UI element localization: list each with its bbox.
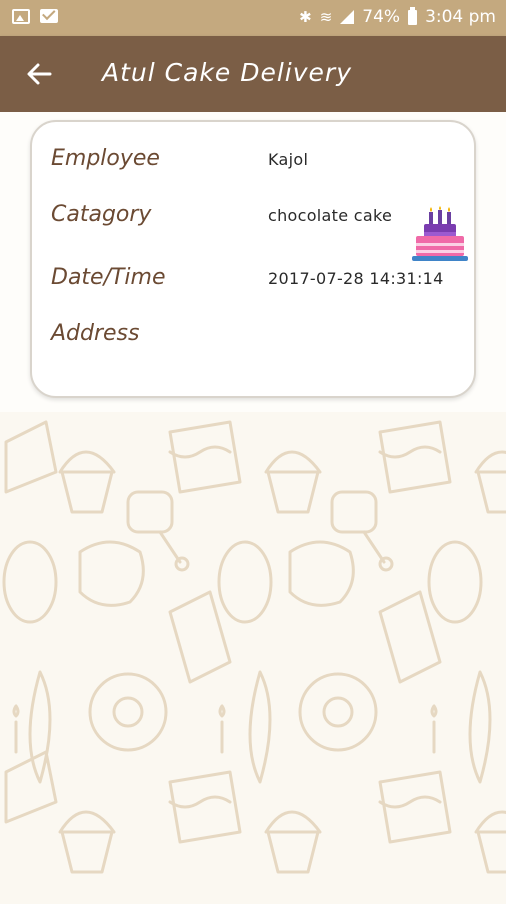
- content-area: Employee Kajol Catagory chocolate cake D…: [0, 112, 506, 412]
- page-title: Atul Cake Delivery: [102, 58, 352, 87]
- address-label: Address: [51, 321, 140, 346]
- status-bar: ✱ ≋ 74% 3:04 pm: [0, 0, 506, 36]
- arrow-back-icon: [27, 63, 52, 85]
- order-details-card: Employee Kajol Catagory chocolate cake D…: [30, 120, 476, 398]
- datetime-label: Date/Time: [51, 265, 166, 290]
- image-icon: [12, 9, 30, 24]
- wifi-icon: ≋: [319, 8, 333, 26]
- status-notifications: [12, 9, 58, 24]
- battery-icon: [408, 6, 418, 25]
- birthday-cake-icon: [412, 206, 468, 261]
- app-bar: Atul Cake Delivery: [0, 36, 506, 112]
- mail-icon: [40, 9, 58, 23]
- datetime-value: 2017-07-28 14:31:14: [268, 269, 444, 288]
- employee-label: Employee: [51, 146, 160, 171]
- status-system: ✱ ≋ 74% 3:04 pm: [299, 6, 496, 27]
- clock: 3:04 pm: [425, 7, 496, 27]
- battery-percent: 74%: [362, 7, 401, 27]
- signal-icon: [340, 10, 355, 24]
- employee-value: Kajol: [268, 150, 309, 169]
- background-pattern: [0, 412, 506, 900]
- bakery-pattern-illustration: [2, 420, 506, 874]
- bluetooth-icon: ✱: [299, 8, 312, 26]
- back-button[interactable]: [20, 54, 60, 94]
- category-value: chocolate cake: [268, 206, 393, 225]
- category-label: Catagory: [51, 202, 152, 227]
